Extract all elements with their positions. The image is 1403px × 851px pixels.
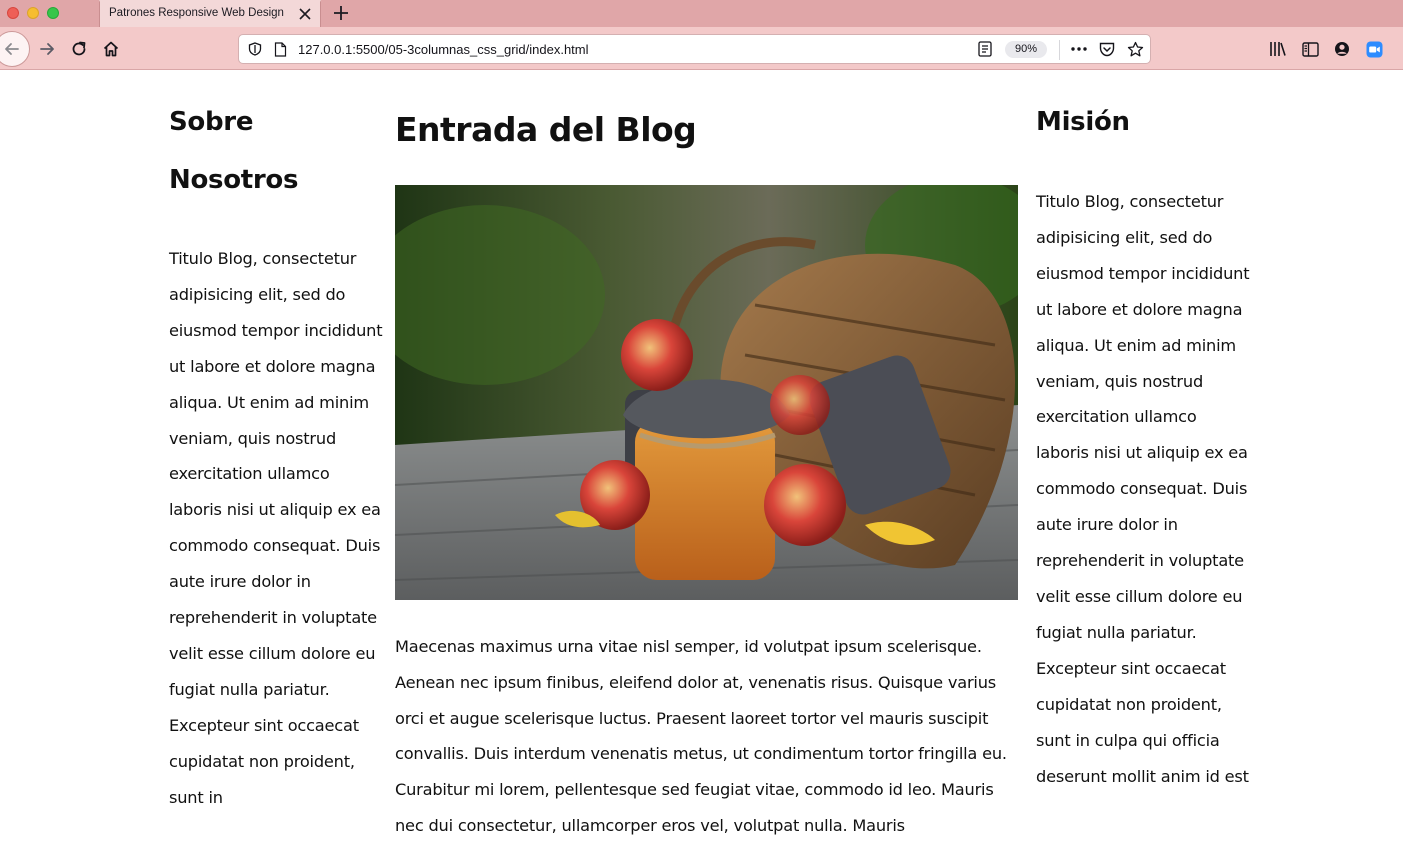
reload-icon [72,41,86,56]
browser-tab[interactable]: Patrones Responsive Web Design [99,0,321,27]
mission-text: Titulo Blog, consectetur adipisicing eli… [1036,192,1250,786]
reload-button[interactable] [65,35,93,63]
tab-bar: Patrones Responsive Web Design [0,0,1403,27]
zoom-level-badge[interactable]: 90% [1005,41,1047,58]
tracking-protection-shield-icon[interactable] [247,41,263,57]
minimize-window-button[interactable] [27,7,39,19]
about-heading: Sobre Nosotros [169,107,299,195]
url-separator [1059,40,1060,60]
about-text: Titulo Blog, consectetur adipisicing eli… [169,249,383,807]
more-actions-icon[interactable] [1070,41,1088,57]
account-icon[interactable] [1332,40,1352,58]
home-button[interactable] [97,35,125,63]
home-icon [103,41,119,57]
blog-text: Maecenas maximus urna vitae nisl semper,… [395,637,1007,835]
about-column: Sobre Nosotros Titulo Blog, consectetur … [169,71,384,816]
back-arrow-icon [5,43,19,55]
forward-button[interactable] [33,35,61,63]
blog-image [395,185,1018,600]
forward-arrow-icon [40,43,54,55]
bookmark-star-icon[interactable] [1126,40,1144,58]
blog-heading: Entrada del Blog [395,110,697,149]
back-button[interactable] [0,31,30,67]
mission-column: Misión Titulo Blog, consectetur adipisic… [1036,71,1251,794]
blog-column: Entrada del Blog Maecenas maximus urna v… [395,71,1023,844]
reader-view-icon[interactable] [977,41,993,57]
close-window-button[interactable] [7,7,19,19]
sidebar-toggle-icon[interactable] [1300,40,1320,58]
close-tab-icon[interactable] [297,6,313,22]
new-tab-button[interactable] [331,3,351,23]
zoom-extension-icon[interactable] [1364,39,1384,59]
nav-toolbar: 127.0.0.1:5500/05-3columnas_css_grid/ind… [0,27,1403,70]
address-bar[interactable]: 127.0.0.1:5500/05-3columnas_css_grid/ind… [238,34,1151,64]
url-text[interactable]: 127.0.0.1:5500/05-3columnas_css_grid/ind… [298,42,589,57]
maximize-window-button[interactable] [47,7,59,19]
library-icon[interactable] [1268,40,1288,58]
web-page: Sobre Nosotros Titulo Blog, consectetur … [0,71,1403,851]
pocket-icon[interactable] [1098,41,1116,57]
page-info-icon[interactable] [272,41,288,57]
tab-title: Patrones Responsive Web Design [109,7,284,19]
mission-heading: Misión [1036,107,1130,137]
